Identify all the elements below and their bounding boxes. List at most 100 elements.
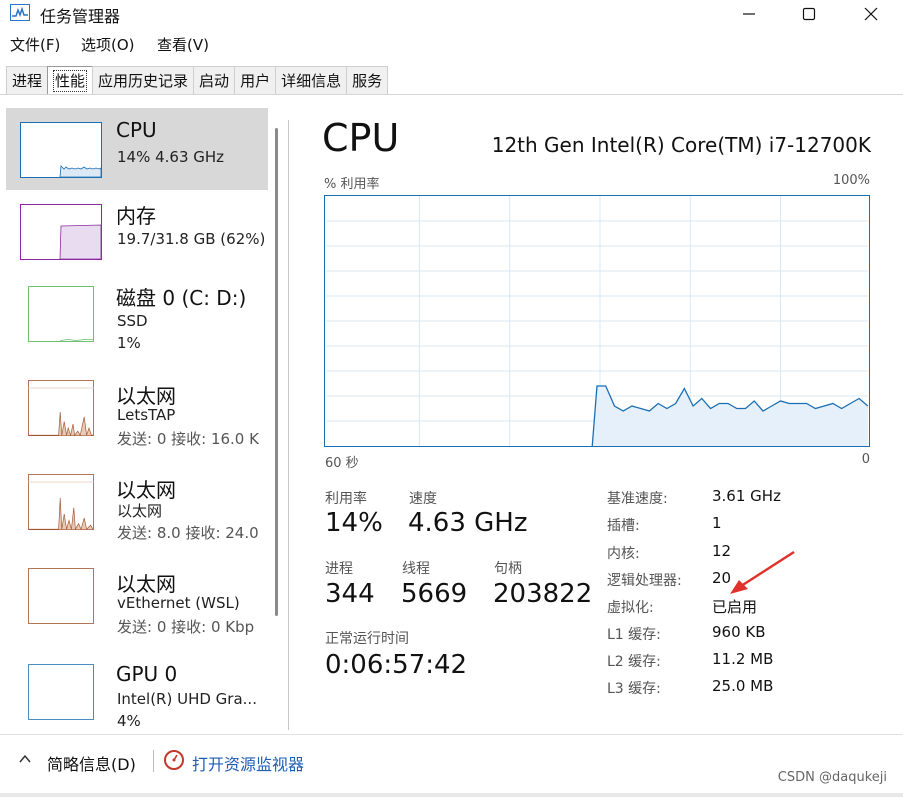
spec-base-speed-value: 3.61 GHz — [712, 487, 781, 505]
tab-label: 详细信息 — [281, 72, 342, 90]
tab-label: 进程 — [12, 72, 43, 90]
minimize-button[interactable] — [726, 0, 772, 28]
tab-label: 服务 — [352, 72, 383, 90]
utilization-graph-max: 100% — [832, 173, 870, 188]
resource-ethernet-main[interactable]: 以太网 以太网 发送: 8.0 接收: 24.0 — [6, 464, 268, 546]
memory-thumbnail-graph — [20, 204, 102, 260]
uptime-value: 0:06:57:42 — [325, 650, 468, 680]
utilization-value: 14% — [325, 508, 383, 538]
footer-divider — [0, 734, 903, 735]
tab-label: 应用历史记录 — [98, 72, 189, 90]
tab-services[interactable]: 服务 — [346, 66, 389, 95]
menu-view[interactable]: 查看(V) — [157, 34, 209, 55]
speed-value: 4.63 GHz — [408, 508, 528, 538]
resource-ethernet-letstap[interactable]: 以太网 LetsTAP 发送: 0 接收: 16.0 K — [6, 370, 268, 452]
spec-cores-label: 内核: — [607, 546, 640, 562]
ethernet-thumbnail-graph — [20, 380, 102, 436]
tab-label: 用户 — [240, 72, 271, 90]
uptime-label: 正常运行时间 — [325, 631, 409, 647]
processes-label: 进程 — [325, 561, 353, 577]
resource-name: 磁盘 0 (C: D:) — [116, 286, 247, 310]
ethernet-thumbnail-graph — [20, 474, 102, 530]
spec-virtualization-label: 虚拟化: — [607, 600, 654, 616]
window-title: 任务管理器 — [40, 7, 121, 26]
tab-app-history[interactable]: 应用历史记录 — [92, 66, 195, 95]
task-manager-icon — [10, 4, 30, 21]
resource-monitor-icon[interactable] — [164, 750, 184, 770]
tab-users[interactable]: 用户 — [234, 66, 277, 95]
tab-label: 启动 — [199, 72, 230, 90]
spec-l1-cache-value: 960 KB — [712, 623, 766, 641]
resource-detail-2: 发送: 8.0 接收: 24.0 — [117, 524, 259, 542]
tab-startup[interactable]: 启动 — [193, 66, 236, 95]
resource-detail: 19.7/31.8 GB (62%) — [117, 230, 266, 248]
graph-axis-left: 60 秒 — [325, 456, 359, 471]
spec-l3-cache-label: L3 缓存: — [607, 681, 661, 697]
annotation-arrow-icon — [730, 550, 795, 594]
graph-axis-right: 0 — [861, 452, 870, 467]
resource-name: 内存 — [116, 204, 156, 228]
resource-detail-2: 发送: 0 接收: 16.0 K — [117, 430, 259, 448]
tab-performance[interactable]: 性能 — [47, 66, 94, 95]
resource-detail-2: 发送: 0 接收: 0 Kbp — [117, 618, 255, 636]
maximize-button[interactable] — [786, 0, 832, 28]
resource-detail: 14% 4.63 GHz — [117, 148, 225, 166]
handles-value: 203822 — [493, 579, 593, 609]
resource-detail: SSD — [117, 312, 148, 330]
resource-detail: Intel(R) UHD Gra... — [117, 690, 257, 708]
chevron-up-icon[interactable] — [18, 752, 32, 766]
resource-name: GPU 0 — [116, 662, 178, 686]
resource-detail: vEthernet (WSL) — [117, 594, 240, 612]
open-resource-monitor-link[interactable]: 打开资源监视器 — [192, 751, 304, 775]
watermark: CSDN @daqukeji — [777, 770, 887, 785]
spec-l1-cache-label: L1 缓存: — [607, 627, 661, 643]
resource-name: 以太网 — [116, 572, 176, 596]
menu-options[interactable]: 选项(O) — [81, 34, 135, 55]
resource-name: 以太网 — [116, 384, 176, 408]
spec-sockets-value: 1 — [712, 514, 722, 532]
spec-l2-cache-label: L2 缓存: — [607, 654, 661, 670]
menu-file[interactable]: 文件(F) — [10, 34, 60, 55]
handles-label: 句柄 — [494, 561, 522, 577]
resource-gpu[interactable]: GPU 0 Intel(R) UHD Gra... 4% — [6, 652, 268, 728]
resource-list: CPU 14% 4.63 GHz 内存 19.7/31.8 GB (62%) 磁… — [6, 108, 268, 728]
menu-bar: 文件(F) 选项(O) 查看(V) — [0, 34, 903, 56]
spec-virtualization-value: 已启用 — [712, 598, 758, 616]
resource-ethernet-wsl[interactable]: 以太网 vEthernet (WSL) 发送: 0 接收: 0 Kbp — [6, 558, 268, 640]
resource-memory[interactable]: 内存 19.7/31.8 GB (62%) — [6, 190, 268, 272]
resource-detail-2: 1% — [117, 334, 141, 352]
window-bottom-edge — [0, 793, 903, 797]
tab-label: 性能 — [53, 70, 88, 92]
threads-value: 5669 — [401, 579, 468, 609]
title-bar: 任务管理器 — [0, 0, 903, 28]
ethernet-thumbnail-graph — [20, 568, 102, 624]
resource-name: 以太网 — [116, 478, 176, 502]
brief-info-button[interactable]: 简略信息(D) — [47, 751, 136, 775]
footer-separator — [153, 750, 154, 772]
disk-thumbnail-graph — [20, 286, 102, 342]
cpu-model: 12th Gen Intel(R) Core(TM) i7-12700K — [491, 133, 871, 157]
cpu-utilization-graph — [324, 195, 870, 447]
footer: 简略信息(D) 打开资源监视器 — [0, 742, 903, 780]
tab-details[interactable]: 详细信息 — [275, 66, 348, 95]
utilization-graph-label: % 利用率 — [324, 177, 380, 192]
spec-l2-cache-value: 11.2 MB — [712, 650, 774, 668]
resource-detail: 以太网 — [117, 502, 163, 520]
resource-disk[interactable]: 磁盘 0 (C: D:) SSD 1% — [6, 272, 268, 354]
close-button[interactable] — [848, 0, 894, 28]
threads-label: 线程 — [402, 561, 430, 577]
resource-list-scrollbar[interactable] — [275, 128, 278, 616]
spec-base-speed-label: 基准速度: — [607, 491, 668, 507]
utilization-area — [592, 386, 868, 446]
spec-logical-processors-label: 逻辑处理器: — [607, 573, 682, 589]
processes-value: 344 — [325, 579, 375, 609]
resource-cpu[interactable]: CPU 14% 4.63 GHz — [6, 108, 268, 190]
spec-l3-cache-value: 25.0 MB — [712, 677, 774, 695]
cpu-title: CPU — [322, 116, 400, 160]
tab-processes[interactable]: 进程 — [6, 66, 49, 95]
gpu-thumbnail-graph — [20, 664, 102, 720]
spec-sockets-label: 插槽: — [607, 518, 640, 534]
pane-divider — [288, 120, 289, 730]
resource-detail-2: 4% — [117, 712, 141, 728]
tab-divider — [0, 94, 903, 95]
